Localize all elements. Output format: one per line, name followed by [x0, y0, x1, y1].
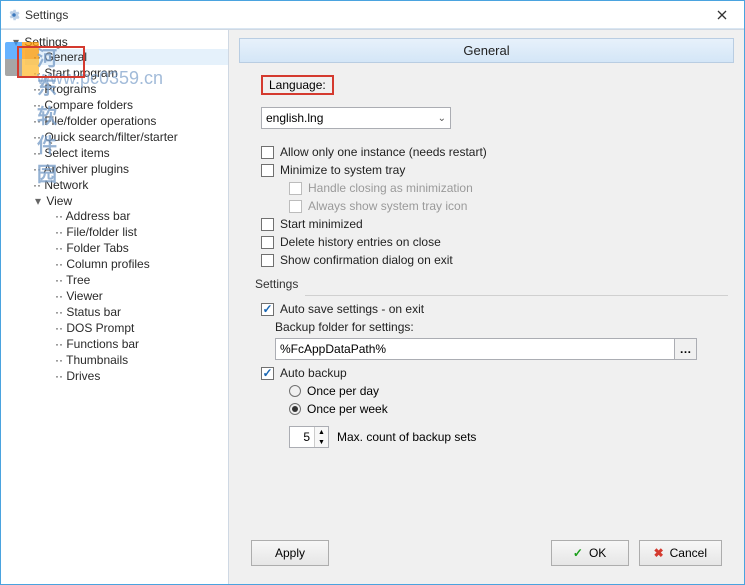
tree-root-settings[interactable]: ▾ Settings ·· General ·· Start program ·… — [3, 34, 228, 386]
chevron-down-icon: ⌄ — [438, 113, 446, 124]
cancel-button[interactable]: ✖ Cancel — [639, 540, 722, 566]
tree-item-viewer[interactable]: ·· Viewer — [47, 288, 228, 304]
tree-item-file-folder-list[interactable]: ·· File/folder list — [47, 224, 228, 240]
max-count-stepper[interactable]: 5 ▲ ▼ — [289, 426, 329, 448]
chevron-down-icon: ▾ — [11, 35, 21, 49]
language-label: Language: — [267, 78, 328, 92]
backup-folder-input[interactable]: %FcAppDataPath% — [275, 338, 675, 360]
tree-item-network[interactable]: ·· Network — [25, 177, 228, 193]
apply-button[interactable]: Apply — [251, 540, 329, 566]
checkbox-always-tray-icon: Always show system tray icon — [289, 199, 728, 213]
tree-item-address-bar[interactable]: ·· Address bar — [47, 208, 228, 224]
radio-icon — [289, 403, 301, 415]
checkbox-icon — [261, 146, 274, 159]
checkbox-icon — [261, 218, 274, 231]
tree-item-general[interactable]: ·· General — [25, 49, 228, 65]
check-icon: ✓ — [573, 546, 583, 560]
language-value: english.lng — [266, 111, 323, 125]
settings-icon — [7, 8, 21, 22]
tree-item-folder-tabs[interactable]: ·· Folder Tabs — [47, 240, 228, 256]
tree-item-dos-prompt[interactable]: ·· DOS Prompt — [47, 320, 228, 336]
radio-once-per-day[interactable]: Once per day — [289, 384, 728, 398]
checkbox-icon: ✓ — [261, 367, 274, 380]
tree-item-status-bar[interactable]: ·· Status bar — [47, 304, 228, 320]
backup-folder-label: Backup folder for settings: — [275, 320, 728, 334]
max-count-value: 5 — [290, 427, 314, 447]
tree-item-drives[interactable]: ·· Drives — [47, 368, 228, 384]
spinner-down-button[interactable]: ▼ — [315, 437, 328, 447]
settings-group-label: Settings — [255, 277, 728, 291]
radio-once-per-week[interactable]: Once per week — [289, 402, 728, 416]
tree-item-programs[interactable]: ·· Programs — [25, 81, 228, 97]
browse-button[interactable]: … — [675, 338, 697, 360]
checkbox-icon — [289, 200, 302, 213]
titlebar: Settings — [1, 1, 744, 29]
checkbox-confirm-exit[interactable]: Show confirmation dialog on exit — [261, 253, 728, 267]
settings-tree[interactable]: 河东软件园 www.pc0359.cn ▾ Settings ·· Genera… — [1, 30, 229, 584]
checkbox-one-instance[interactable]: Allow only one instance (needs restart) — [261, 145, 728, 159]
ellipsis-icon: … — [680, 342, 692, 356]
checkbox-autobackup[interactable]: ✓ Auto backup — [261, 366, 728, 380]
panel-title: General — [239, 38, 734, 63]
checkbox-minimize-tray[interactable]: Minimize to system tray — [261, 163, 728, 177]
checkbox-start-minimized[interactable]: Start minimized — [261, 217, 728, 231]
x-icon: ✖ — [654, 546, 664, 560]
checkbox-icon — [261, 236, 274, 249]
dialog-footer: Apply ✓ OK ✖ Cancel — [239, 532, 734, 576]
checkbox-handle-closing: Handle closing as minimization — [289, 181, 728, 195]
checkbox-icon: ✓ — [261, 303, 274, 316]
panel-general: General Language: english.lng ⌄ Allow on… — [229, 30, 744, 584]
ok-button[interactable]: ✓ OK — [551, 540, 629, 566]
max-count-label: Max. count of backup sets — [337, 430, 476, 444]
radio-icon — [289, 385, 301, 397]
tree-item-quick-search[interactable]: ·· Quick search/filter/starter — [25, 129, 228, 145]
checkbox-delete-history[interactable]: Delete history entries on close — [261, 235, 728, 249]
checkbox-icon — [261, 164, 274, 177]
spinner-up-button[interactable]: ▲ — [315, 427, 328, 437]
chevron-down-icon: ▾ — [33, 194, 43, 208]
tree-item-start-program[interactable]: ·· Start program — [25, 65, 228, 81]
checkbox-icon — [289, 182, 302, 195]
tree-item-archiver-plugins[interactable]: ·· Archiver plugins — [25, 161, 228, 177]
tree-item-thumbnails[interactable]: ·· Thumbnails — [47, 352, 228, 368]
checkbox-autosave[interactable]: ✓ Auto save settings - on exit — [261, 302, 728, 316]
close-button[interactable] — [700, 1, 744, 29]
close-icon — [717, 10, 727, 20]
tree-item-select-items[interactable]: ·· Select items — [25, 145, 228, 161]
highlight-box-language: Language: — [261, 75, 334, 95]
tree-item-column-profiles[interactable]: ·· Column profiles — [47, 256, 228, 272]
tree-item-view[interactable]: ▾ View ·· Address bar ·· File/folder lis… — [25, 193, 228, 385]
tree-item-functions-bar[interactable]: ·· Functions bar — [47, 336, 228, 352]
tree-item-file-folder-ops[interactable]: ·· File/folder operations — [25, 113, 228, 129]
tree-item-compare-folders[interactable]: ·· Compare folders — [25, 97, 228, 113]
tree-item-tree[interactable]: ·· Tree — [47, 272, 228, 288]
divider — [305, 295, 728, 296]
checkbox-icon — [261, 254, 274, 267]
window-title: Settings — [25, 8, 68, 22]
language-select[interactable]: english.lng ⌄ — [261, 107, 451, 129]
